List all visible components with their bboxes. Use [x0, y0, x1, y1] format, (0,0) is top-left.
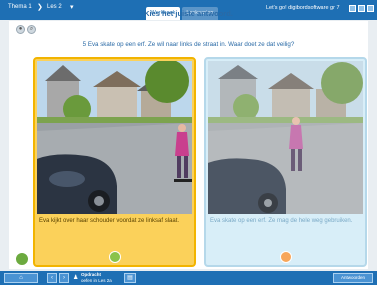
answer-card-2[interactable]: Eva skate op een erf. Ze mag de hele weg…: [204, 57, 367, 267]
next-button[interactable]: ›: [59, 273, 69, 283]
search-button[interactable]: ⌕: [27, 25, 36, 34]
select-answer-2-button[interactable]: [280, 251, 292, 263]
answer-caption-1: Eva kijkt over haar schouder voordat ze …: [39, 218, 180, 224]
assignment-label: Opdracht: [81, 272, 102, 277]
select-answer-1-button[interactable]: [109, 251, 121, 263]
assignment-sublabel: oefen in Les 2a: [81, 278, 112, 283]
document-icon[interactable]: ▤: [124, 273, 136, 283]
answer-caption-2: Eva skate op een erf. Ze mag de hele weg…: [210, 218, 353, 224]
settings-button[interactable]: ●: [16, 25, 25, 34]
exercise-title: Kies het juiste antwoord.: [144, 9, 233, 18]
exercise-question: 5 Eva skate op een erf. Ze wil naar link…: [82, 41, 295, 48]
answer-photo-1: [37, 61, 192, 214]
audio-button[interactable]: [15, 252, 29, 266]
previous-button[interactable]: ‹: [47, 273, 57, 283]
bottom-bar: ⌂ ‹ › ♟ Opdracht oefen in Les 2a ▤ Antwo…: [0, 271, 377, 285]
answer-photo-2: [208, 61, 363, 214]
answers-button[interactable]: Antwoorden: [333, 273, 373, 283]
answer-card-1[interactable]: Eva kijkt over haar schouder voordat ze …: [33, 57, 196, 267]
home-button[interactable]: ⌂: [4, 273, 38, 283]
person-icon: ♟: [73, 275, 79, 281]
